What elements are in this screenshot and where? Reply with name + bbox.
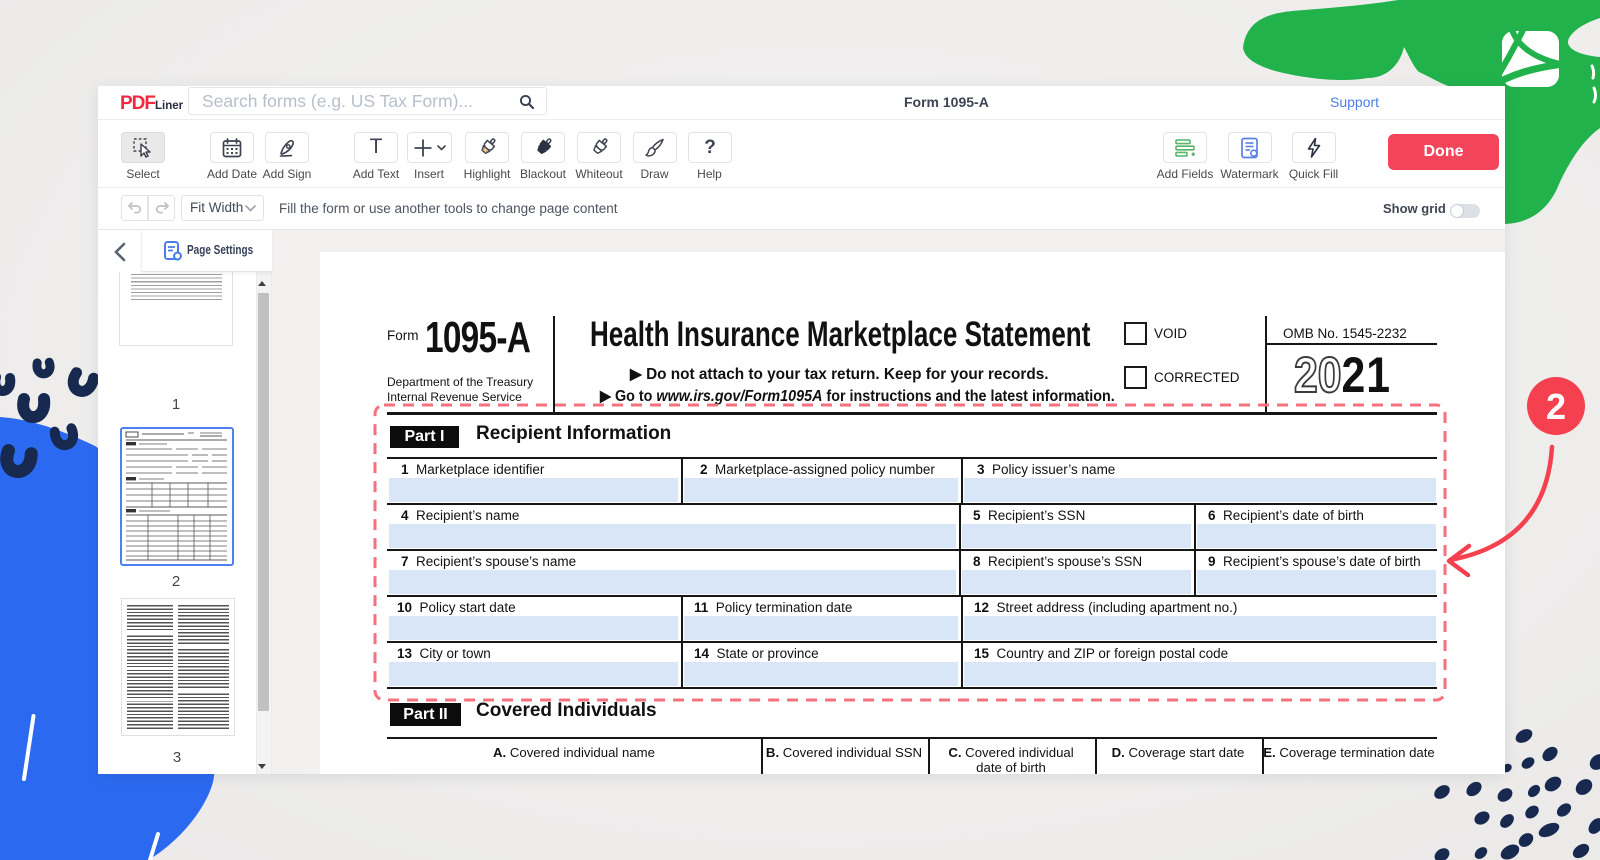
svg-text:2: 2 xyxy=(1546,386,1566,427)
